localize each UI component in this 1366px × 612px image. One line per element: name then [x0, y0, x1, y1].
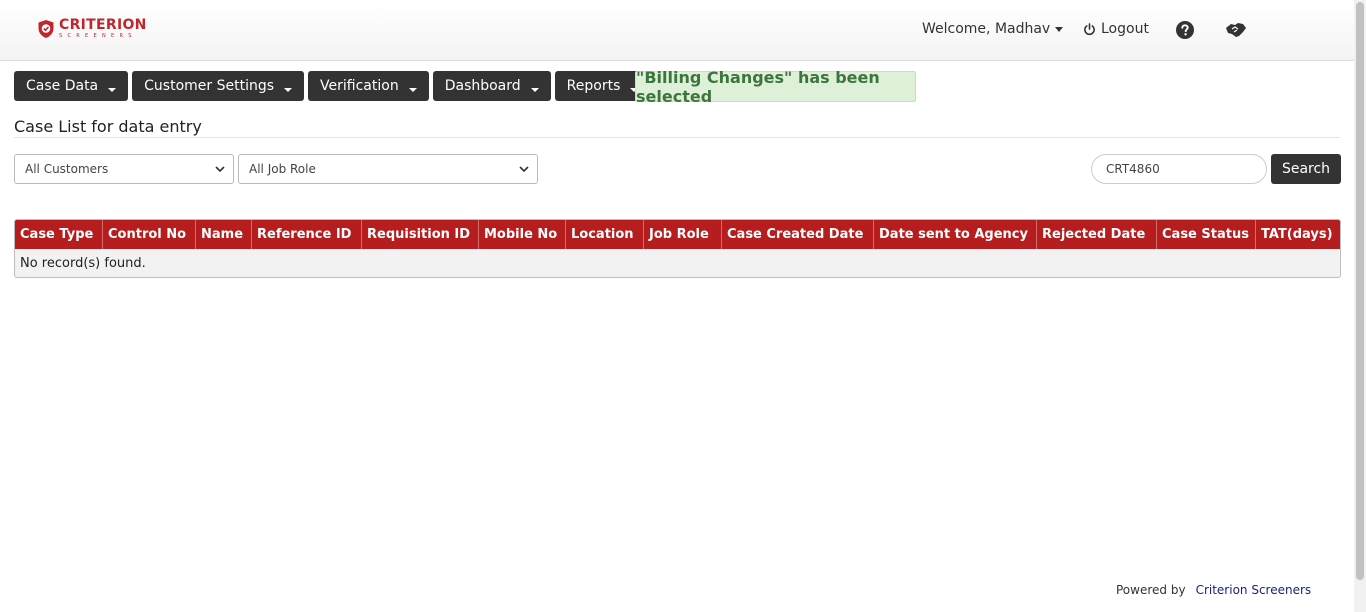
- chevron-down-icon: [519, 166, 529, 173]
- menu-dashboard[interactable]: Dashboard: [432, 71, 551, 101]
- menu-verification[interactable]: Verification: [308, 71, 429, 101]
- column-header[interactable]: Location: [566, 220, 644, 249]
- empty-message: No record(s) found.: [20, 255, 146, 271]
- caret-down-icon: [108, 88, 117, 92]
- caret-down-icon: [284, 88, 293, 92]
- powered-by-label: Powered by: [1116, 583, 1186, 597]
- brand-name: CRITERION: [59, 17, 147, 33]
- search-input[interactable]: CRT4860: [1091, 154, 1267, 184]
- handshake-icon[interactable]: [1224, 19, 1248, 41]
- column-header[interactable]: TAT(days): [1256, 220, 1340, 249]
- top-header: CRITERION SCREENERS Welcome, Madhav Logo…: [0, 0, 1354, 61]
- column-header[interactable]: Date sent to Agency: [874, 220, 1037, 249]
- vertical-scrollbar[interactable]: [1354, 0, 1366, 612]
- user-menu[interactable]: Welcome, Madhav: [922, 21, 1064, 37]
- question-circle-icon[interactable]: [1176, 21, 1194, 39]
- divider: [14, 137, 1340, 138]
- welcome-text: Welcome, Madhav: [922, 21, 1051, 37]
- page: CRITERION SCREENERS Welcome, Madhav Logo…: [0, 0, 1366, 612]
- search-input-value: CRT4860: [1106, 162, 1160, 176]
- footer: Powered by Criterion Screeners: [1116, 583, 1311, 597]
- column-header[interactable]: Rejected Date: [1037, 220, 1157, 249]
- menu-label: Customer Settings: [144, 78, 275, 94]
- table-header: Case Type Control No Name Reference ID R…: [15, 220, 1340, 249]
- page-title: Case List for data entry: [14, 117, 202, 136]
- selection-notice: "Billing Changes" has been selected: [635, 68, 916, 106]
- menu-customer-settings[interactable]: Customer Settings: [132, 71, 305, 101]
- menu-label: Case Data: [26, 78, 99, 94]
- search-button[interactable]: Search: [1271, 154, 1341, 184]
- brand-tagline: SCREENERS: [59, 33, 137, 39]
- column-header[interactable]: Case Type: [15, 220, 103, 249]
- caret-down-icon: [408, 88, 417, 92]
- brand-logo[interactable]: CRITERION SCREENERS: [37, 18, 147, 40]
- customer-select[interactable]: All Customers: [14, 154, 234, 184]
- customer-select-value: All Customers: [25, 162, 109, 176]
- company-link[interactable]: Criterion Screeners: [1196, 583, 1312, 597]
- job-role-select-value: All Job Role: [249, 162, 316, 176]
- column-header[interactable]: Name: [196, 220, 252, 249]
- shield-check-icon: [38, 20, 54, 38]
- main-menu: Case Data Customer Settings Verification…: [14, 71, 654, 101]
- column-header[interactable]: Case Status: [1157, 220, 1256, 249]
- column-header[interactable]: Requisition ID: [362, 220, 479, 249]
- logout-label: Logout: [1101, 21, 1149, 37]
- menu-label: Reports: [566, 78, 621, 94]
- menu-case-data[interactable]: Case Data: [14, 71, 129, 101]
- column-header[interactable]: Control No: [103, 220, 196, 249]
- case-table: Case Type Control No Name Reference ID R…: [14, 219, 1341, 278]
- menu-label: Verification: [320, 78, 399, 94]
- power-icon: [1084, 22, 1095, 35]
- logout-link[interactable]: Logout: [1083, 21, 1149, 37]
- chevron-down-icon: [215, 166, 225, 173]
- column-header[interactable]: Case Created Date: [722, 220, 874, 249]
- column-header[interactable]: Job Role: [644, 220, 722, 249]
- menu-label: Dashboard: [444, 78, 521, 94]
- column-header[interactable]: Reference ID: [252, 220, 362, 249]
- caret-down-icon: [1055, 26, 1064, 32]
- column-header[interactable]: Mobile No: [479, 220, 566, 249]
- caret-down-icon: [530, 88, 539, 92]
- scrollbar-thumb[interactable]: [1356, 2, 1364, 580]
- job-role-select[interactable]: All Job Role: [238, 154, 538, 184]
